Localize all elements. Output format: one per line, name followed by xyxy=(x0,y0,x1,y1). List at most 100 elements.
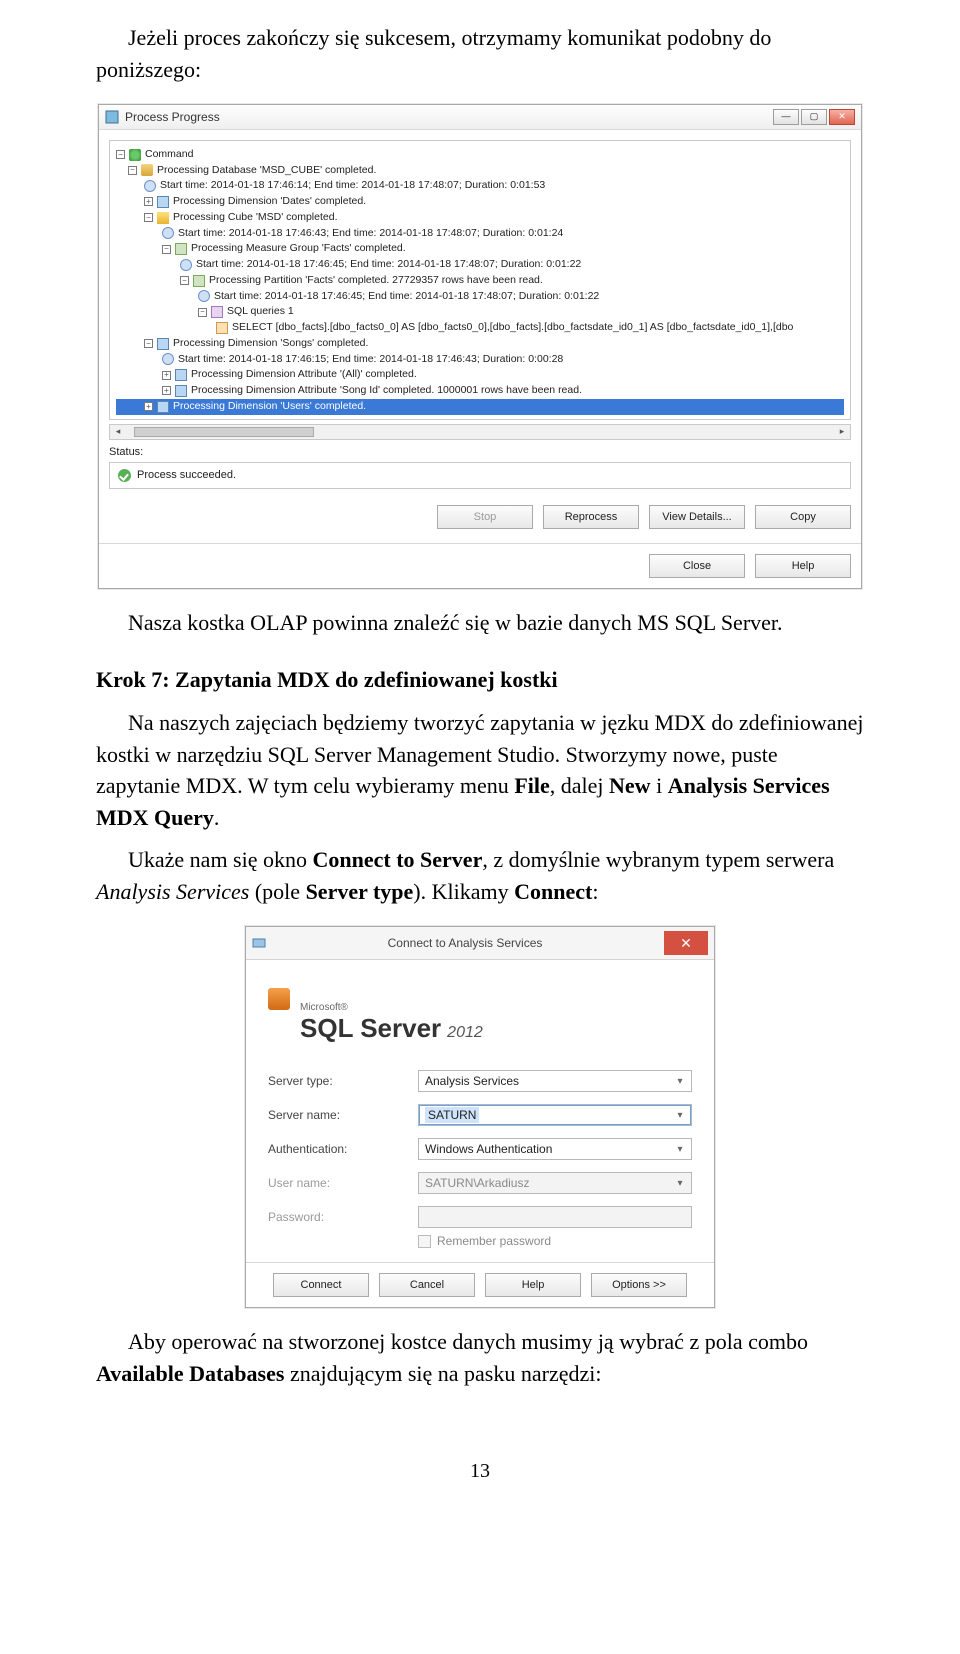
titlebar: Connect to Analysis Services ✕ xyxy=(246,927,714,960)
window-buttons: — ▢ ✕ xyxy=(773,109,855,125)
bold-available-databases: Available Databases xyxy=(96,1361,284,1386)
window-title: Connect to Analysis Services xyxy=(266,936,664,950)
measuregroup-icon xyxy=(175,243,187,255)
collapse-icon[interactable]: − xyxy=(128,166,137,175)
after-progress-paragraph: Nasza kostka OLAP powinna znaleźć się w … xyxy=(96,607,864,639)
step7-paragraph-1: Na naszych zajęciach będziemy tworzyć za… xyxy=(96,707,864,835)
collapse-icon[interactable]: − xyxy=(116,150,125,159)
tree-node-dim-dates[interactable]: +Processing Dimension 'Dates' completed. xyxy=(116,194,844,210)
collapse-icon[interactable]: − xyxy=(162,245,171,254)
tree-node-time[interactable]: Start time: 2014-01-18 17:46:15; End tim… xyxy=(116,352,844,368)
combo-value: Analysis Services xyxy=(425,1074,519,1088)
server-type-combo[interactable]: Analysis Services ▾ xyxy=(418,1070,692,1092)
bold-new: New xyxy=(609,773,651,798)
tree-node-time[interactable]: Start time: 2014-01-18 17:46:14; End tim… xyxy=(116,178,844,194)
text-run: , z domyślnie wybranym typem serwera xyxy=(482,847,834,872)
tree-node-attr-all[interactable]: +Processing Dimension Attribute '(All)' … xyxy=(116,367,844,383)
expand-icon[interactable]: + xyxy=(162,371,171,380)
tree-node-time[interactable]: Start time: 2014-01-18 17:46:45; End tim… xyxy=(116,257,844,273)
help-button[interactable]: Help xyxy=(485,1273,581,1297)
tree-content: −Command −Processing Database 'MSD_CUBE'… xyxy=(116,147,844,415)
clock-icon xyxy=(162,227,174,239)
scroll-right-icon[interactable]: ▸ xyxy=(834,425,850,439)
tree-node-select[interactable]: SELECT [dbo_facts].[dbo_facts0_0] AS [db… xyxy=(116,320,844,336)
authentication-combo[interactable]: Windows Authentication ▾ xyxy=(418,1138,692,1160)
collapse-icon[interactable]: − xyxy=(144,339,153,348)
tree-label: Start time: 2014-01-18 17:46:45; End tim… xyxy=(214,289,599,305)
titlebar: Process Progress — ▢ ✕ xyxy=(99,105,861,130)
tree-node-sqlqueries[interactable]: −SQL queries 1 xyxy=(116,304,844,320)
password-field xyxy=(418,1206,692,1228)
server-name-combo[interactable]: SATURN ▾ xyxy=(418,1104,692,1126)
tree-label: Start time: 2014-01-18 17:46:15; End tim… xyxy=(178,352,563,368)
collapse-icon[interactable]: − xyxy=(198,308,207,317)
minimize-icon[interactable]: — xyxy=(773,109,799,125)
chevron-down-icon: ▾ xyxy=(673,1142,687,1156)
reprocess-button[interactable]: Reprocess xyxy=(543,505,639,529)
options-button[interactable]: Options >> xyxy=(591,1273,687,1297)
tree-label: Processing Dimension Attribute 'Song Id'… xyxy=(191,383,582,399)
tree-view[interactable]: −Command −Processing Database 'MSD_CUBE'… xyxy=(109,140,851,420)
tree-node-attr-song[interactable]: + Processing Dimension Attribute 'Song Id… xyxy=(116,383,844,399)
tree-node-database[interactable]: −Processing Database 'MSD_CUBE' complete… xyxy=(116,163,844,179)
partition-icon xyxy=(193,275,205,287)
process-progress-dialog: Process Progress — ▢ ✕ −Command −Process… xyxy=(98,104,862,589)
tree-node-time[interactable]: Start time: 2014-01-18 17:46:45; End tim… xyxy=(116,289,844,305)
tree-node-cube[interactable]: −Processing Cube 'MSD' completed. xyxy=(116,210,844,226)
app-icon xyxy=(252,936,266,950)
closing-paragraph: Aby operować na stworzonej kostce danych… xyxy=(96,1326,864,1390)
label-server-type: Server type: xyxy=(268,1074,408,1088)
text-run: (pole xyxy=(249,879,305,904)
scroll-thumb[interactable] xyxy=(134,427,314,437)
connect-form: Server type: Analysis Services ▾ Server … xyxy=(268,1070,692,1228)
page-number: 13 xyxy=(96,1460,864,1483)
clock-icon xyxy=(180,259,192,271)
collapse-icon[interactable]: − xyxy=(180,276,189,285)
success-icon xyxy=(118,469,131,482)
cancel-button[interactable]: Cancel xyxy=(379,1273,475,1297)
scroll-left-icon[interactable]: ◂ xyxy=(110,425,126,439)
tree-node-time[interactable]: Start time: 2014-01-18 17:46:43; End tim… xyxy=(116,226,844,242)
tree-label: Processing Measure Group 'Facts' complet… xyxy=(191,241,406,257)
label-authentication: Authentication: xyxy=(268,1142,408,1156)
italic-analysis-services: Analysis Services xyxy=(96,879,249,904)
tree-label: Processing Partition 'Facts' completed. … xyxy=(209,273,543,289)
bold-connect: Connect xyxy=(514,879,592,904)
text-run: , dalej xyxy=(550,773,609,798)
close-button[interactable]: Close xyxy=(649,554,745,578)
expand-icon[interactable]: + xyxy=(162,386,171,395)
tree-label: Start time: 2014-01-18 17:46:43; End tim… xyxy=(178,226,563,242)
tree-node-dim-songs[interactable]: −Processing Dimension 'Songs' completed. xyxy=(116,336,844,352)
clock-icon xyxy=(144,180,156,192)
collapse-icon[interactable]: − xyxy=(144,213,153,222)
cube-icon xyxy=(157,212,169,224)
status-box: Process succeeded. xyxy=(109,462,851,489)
dimension-icon xyxy=(157,196,169,208)
help-button[interactable]: Help xyxy=(755,554,851,578)
play-icon xyxy=(129,149,141,161)
stop-button[interactable]: Stop xyxy=(437,505,533,529)
brand-year: 2012 xyxy=(447,1024,483,1042)
bold-connect-to-server: Connect to Server xyxy=(313,847,483,872)
dimension-icon xyxy=(157,401,169,413)
tree-label: SELECT [dbo_facts].[dbo_facts0_0] AS [db… xyxy=(232,320,793,336)
window-title: Process Progress xyxy=(125,110,767,124)
brand-ms: Microsoft® xyxy=(300,1002,483,1013)
status-label: Status: xyxy=(109,446,851,458)
maximize-icon[interactable]: ▢ xyxy=(801,109,827,125)
horizontal-scrollbar[interactable]: ◂ ▸ xyxy=(109,424,851,440)
expand-icon[interactable]: + xyxy=(144,197,153,206)
copy-button[interactable]: Copy xyxy=(755,505,851,529)
tree-node-mgroup[interactable]: − Processing Measure Group 'Facts' comple… xyxy=(116,241,844,257)
expand-icon[interactable]: + xyxy=(144,402,153,411)
connect-button[interactable]: Connect xyxy=(273,1273,369,1297)
tree-node-dim-users[interactable]: +Processing Dimension 'Users' completed. xyxy=(116,399,844,415)
text-run: i xyxy=(651,773,668,798)
tree-node-command[interactable]: −Command xyxy=(116,147,844,163)
close-icon[interactable]: ✕ xyxy=(664,931,708,955)
status-text: Process succeeded. xyxy=(137,469,236,481)
tree-node-partition[interactable]: − Processing Partition 'Facts' completed.… xyxy=(116,273,844,289)
brand-logo: Microsoft® SQL Server 2012 xyxy=(268,988,692,1044)
close-icon[interactable]: ✕ xyxy=(829,109,855,125)
view-details-button[interactable]: View Details... xyxy=(649,505,745,529)
